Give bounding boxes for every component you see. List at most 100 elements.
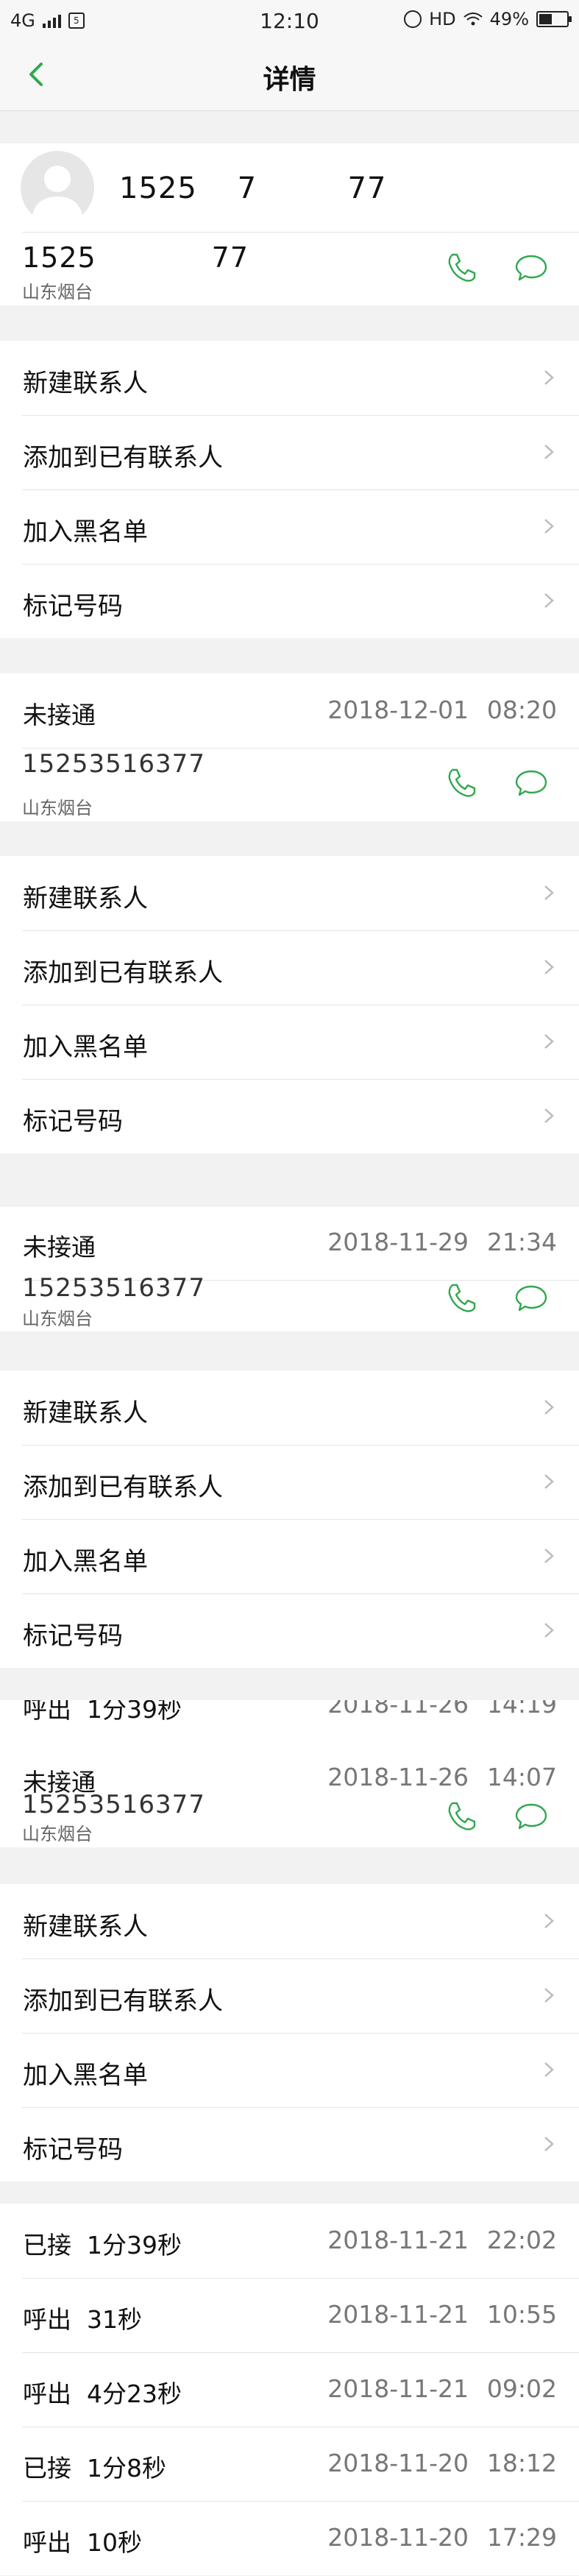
- battery-percent: 49%: [489, 9, 529, 29]
- call-duration: 1分39秒: [87, 2231, 182, 2260]
- new-contact-row[interactable]: 新建联系人: [0, 1370, 579, 1445]
- call-log-row[interactable]: 呼出 4分23秒 2018-11-21 09:02: [0, 2352, 579, 2427]
- phone-icon[interactable]: [444, 250, 479, 286]
- message-icon[interactable]: [514, 765, 549, 801]
- chevron-right-icon: [544, 1914, 554, 1928]
- chevron-right-icon: [544, 593, 554, 608]
- mark-number-row[interactable]: 标记号码: [0, 1593, 579, 1668]
- call-duration: 31秒: [87, 2305, 142, 2334]
- call-log-row[interactable]: 未接通 2018-12-01 08:20: [0, 673, 579, 748]
- call-date: 2018-11-21: [327, 2374, 469, 2403]
- call-time: 09:02: [486, 2374, 557, 2403]
- add-existing-label: 添加到已有联系人: [23, 958, 223, 988]
- call-type: 已接: [23, 2231, 71, 2260]
- add-to-blacklist-row[interactable]: 加入黑名单: [0, 2033, 579, 2107]
- call-type: 呼出: [23, 1700, 71, 1724]
- mark-number-label: 标记号码: [23, 1621, 123, 1651]
- call-duration: 4分23秒: [87, 2379, 182, 2408]
- call-date: 2018-11-29: [327, 1228, 469, 1256]
- call-log-row[interactable]: 呼出 31秒 2018-11-21 10:55: [0, 2278, 579, 2352]
- call-type: 呼出: [23, 2528, 71, 2557]
- contact-number: 15253516377: [22, 1790, 205, 1819]
- blacklist-label: 加入黑名单: [23, 517, 148, 547]
- chevron-right-icon: [544, 1988, 554, 2003]
- mark-number-row[interactable]: 标记号码: [0, 2107, 579, 2182]
- call-date: 2018-12-01: [327, 696, 469, 724]
- contact-location: 山东烟台: [22, 1824, 93, 1844]
- call-date: 2018-11-20: [327, 2523, 469, 2552]
- add-existing-contact-row[interactable]: 添加到已有联系人: [0, 415, 579, 489]
- chevron-right-icon: [544, 1108, 554, 1123]
- phone-icon[interactable]: [444, 765, 479, 801]
- call-time: 08:20: [486, 696, 557, 724]
- chevron-right-icon: [544, 1623, 554, 1638]
- details-page: 4G 5 12:10 HD 49% 详情 1525 7 77 1525 77 山…: [0, 0, 579, 2576]
- call-type: 呼出: [23, 2305, 71, 2334]
- call-time: 14:19: [486, 1700, 557, 1719]
- mark-number-row[interactable]: 标记号码: [0, 564, 579, 638]
- contact-location: 山东烟台: [22, 798, 93, 818]
- call-type: 未接通: [23, 701, 96, 729]
- call-log-row[interactable]: 呼出 10秒 2018-11-20 17:29: [0, 2501, 579, 2575]
- avatar[interactable]: [21, 151, 94, 224]
- chevron-right-icon: [544, 1034, 554, 1049]
- add-to-blacklist-row[interactable]: 加入黑名单: [0, 489, 579, 564]
- call-type: 未接通: [23, 1233, 96, 1262]
- new-contact-row[interactable]: 新建联系人: [0, 856, 579, 930]
- call-time: 14:07: [486, 1763, 557, 1791]
- chevron-right-icon: [544, 885, 554, 900]
- call-time: 18:12: [486, 2449, 557, 2477]
- contact-number: 15253516377: [22, 749, 205, 779]
- new-contact-row[interactable]: 新建联系人: [0, 341, 579, 415]
- call-type: 呼出: [23, 2379, 71, 2408]
- phone-icon[interactable]: [444, 1281, 479, 1316]
- add-existing-contact-row[interactable]: 添加到已有联系人: [0, 1958, 579, 2033]
- add-to-blacklist-row[interactable]: 加入黑名单: [0, 1005, 579, 1079]
- call-date: 2018-11-21: [327, 2226, 469, 2254]
- phone-icon[interactable]: [444, 1799, 479, 1834]
- contact-location: 山东烟台: [22, 282, 93, 302]
- new-contact-row[interactable]: 新建联系人: [0, 1884, 579, 1958]
- blacklist-label: 加入黑名单: [23, 1547, 148, 1577]
- call-time: 22:02: [486, 2226, 557, 2254]
- chevron-right-icon: [544, 1474, 554, 1489]
- add-existing-label: 添加到已有联系人: [23, 1473, 223, 1502]
- add-existing-label: 添加到已有联系人: [23, 1986, 223, 2016]
- status-bar: 4G 5 12:10 HD 49%: [0, 0, 579, 40]
- avatar-placeholder-icon: [31, 166, 84, 224]
- call-date: 2018-11-26: [327, 1763, 469, 1791]
- wifi-icon: [463, 13, 483, 26]
- message-icon[interactable]: [514, 1799, 549, 1834]
- contact-location: 山东烟台: [22, 1309, 93, 1329]
- new-contact-label: 新建联系人: [23, 369, 148, 398]
- chevron-right-icon: [544, 1400, 554, 1415]
- hd-indicator: HD: [429, 9, 456, 29]
- call-date: 2018-11-20: [327, 2449, 469, 2477]
- mark-number-label: 标记号码: [23, 592, 123, 621]
- call-log-row[interactable]: 已接 1分39秒 2018-11-21 22:02: [0, 2204, 579, 2278]
- blacklist-label: 加入黑名单: [23, 2061, 148, 2090]
- add-existing-contact-row[interactable]: 添加到已有联系人: [0, 1445, 579, 1519]
- add-existing-contact-row[interactable]: 添加到已有联系人: [0, 930, 579, 1005]
- new-contact-label: 新建联系人: [23, 1912, 148, 1942]
- mark-number-row[interactable]: 标记号码: [0, 1079, 579, 1153]
- chevron-right-icon: [544, 370, 554, 385]
- call-time: 21:34: [486, 1228, 557, 1256]
- call-date: 2018-11-21: [327, 2300, 469, 2329]
- partial-call-log-row[interactable]: 呼出 1分39秒 2018-11-26 14:19: [0, 1700, 579, 1741]
- add-to-blacklist-row[interactable]: 加入黑名单: [0, 1519, 579, 1593]
- call-duration: 1分8秒: [87, 2454, 166, 2483]
- contact-header-number: 1525 7 77: [119, 171, 387, 205]
- call-date: 2018-11-26: [327, 1700, 469, 1719]
- battery-icon: [536, 11, 572, 27]
- chevron-right-icon: [544, 445, 554, 459]
- chevron-right-icon: [544, 2062, 554, 2077]
- call-log-row[interactable]: 已接 1分8秒 2018-11-20 18:12: [0, 2427, 579, 2501]
- chevron-right-icon: [544, 960, 554, 974]
- mark-number-label: 标记号码: [23, 1107, 123, 1136]
- call-duration: 1分39秒: [87, 1700, 182, 1724]
- call-log-row[interactable]: 未接通 2018-11-29 21:34: [0, 1206, 579, 1280]
- message-icon[interactable]: [514, 1281, 549, 1316]
- message-icon[interactable]: [514, 250, 549, 286]
- call-duration: 10秒: [87, 2528, 142, 2557]
